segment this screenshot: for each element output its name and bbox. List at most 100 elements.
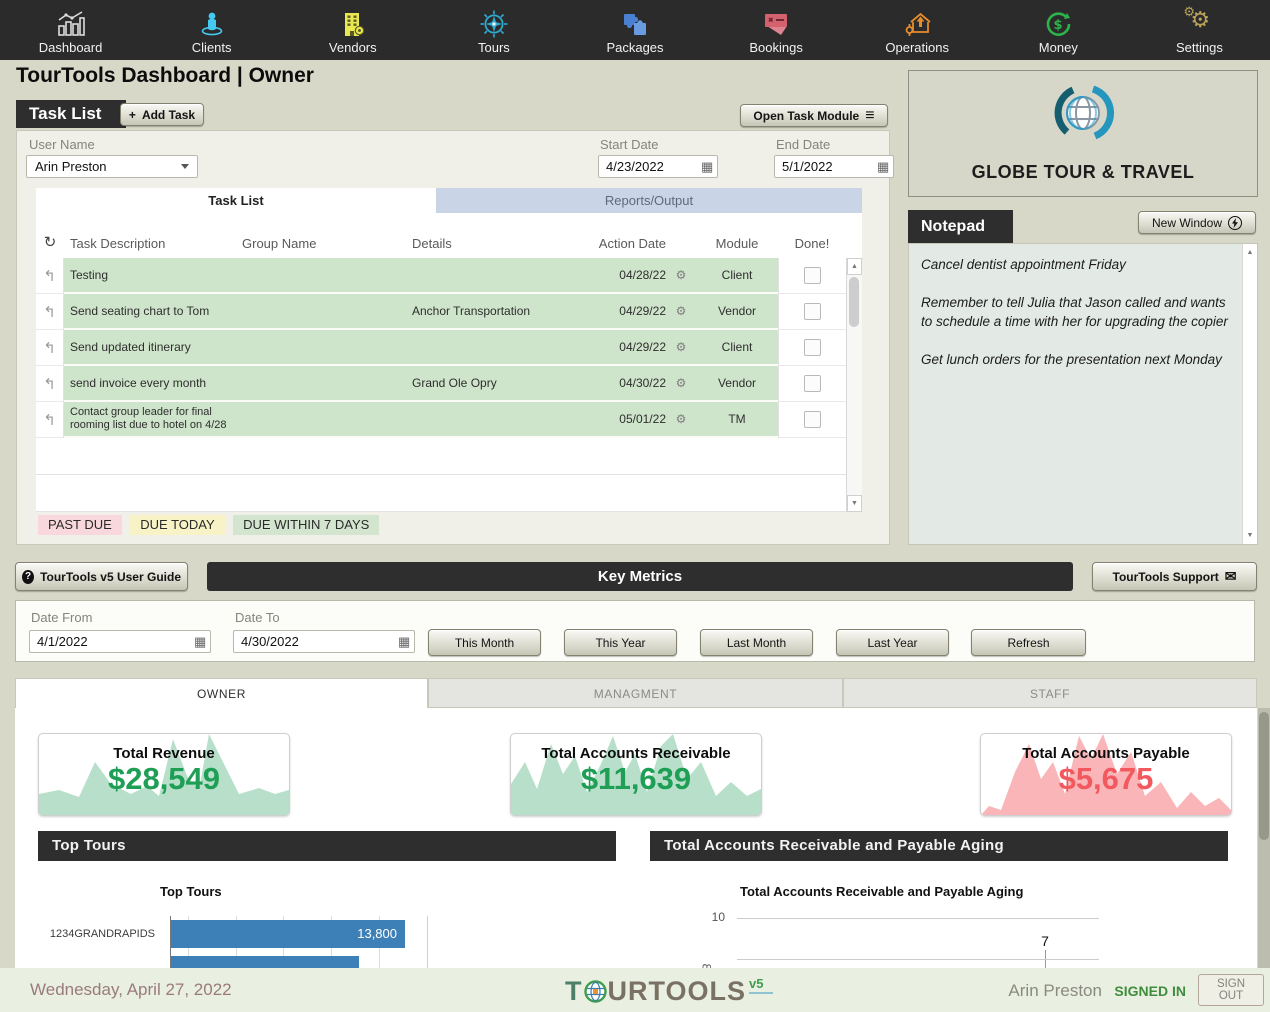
tab-reports-output[interactable]: Reports/Output [436, 188, 862, 213]
scrollbar-thumb[interactable] [1259, 712, 1269, 840]
done-checkbox[interactable] [804, 267, 821, 284]
calendar-icon[interactable]: ▦ [701, 160, 713, 173]
done-checkbox[interactable] [804, 411, 821, 428]
date-from-input[interactable] [29, 630, 211, 653]
card-value: $5,675 [981, 761, 1231, 797]
this-month-button[interactable]: This Month [428, 629, 541, 656]
total-payable-card: Total Accounts Payable $5,675 [980, 733, 1232, 816]
start-date-input[interactable] [598, 155, 718, 178]
done-checkbox[interactable] [804, 303, 821, 320]
gear-icon[interactable]: ⚙ [676, 304, 687, 318]
last-month-button[interactable]: Last Month [700, 629, 813, 656]
date-from-label: Date From [31, 610, 92, 625]
sign-out-button[interactable]: SIGN OUT [1198, 974, 1264, 1006]
table-row[interactable]: ↰ Contact group leader for final rooming… [36, 402, 862, 438]
open-task-module-button[interactable]: Open Task Module ≡ [740, 104, 888, 127]
page-title: TourTools Dashboard | Owner [16, 64, 314, 88]
nav-vendors[interactable]: Vendors [282, 0, 423, 60]
table-row[interactable]: ↰ Send updated itinerary 04/29/22 ⚙ Clie… [36, 330, 862, 366]
key-metrics-bar: Key Metrics [207, 562, 1073, 591]
tab-managment[interactable]: MANAGMENT [428, 678, 843, 708]
calendar-icon[interactable]: ▦ [194, 635, 206, 648]
table-row[interactable]: ↰ send invoice every month Grand Ole Opr… [36, 366, 862, 402]
aging-chart: Total Accounts Receivable and Payable Ag… [645, 872, 1210, 968]
note-line: Get lunch orders for the presentation ne… [921, 350, 1229, 370]
due-legend: PAST DUE DUE TODAY DUE WITHIN 7 DAYS [38, 515, 383, 535]
nav-tours[interactable]: Tours [423, 0, 564, 60]
scrollbar-thumb[interactable] [849, 277, 859, 327]
card-title: Total Revenue [39, 745, 289, 762]
nav-label: Settings [1176, 40, 1223, 55]
building-pin-icon [339, 7, 367, 40]
tab-staff[interactable]: STAFF [843, 678, 1257, 708]
nav-settings[interactable]: ⚙ ⚙ Settings [1129, 0, 1270, 60]
gear-icon[interactable]: ⚙ [676, 412, 687, 426]
tab-owner[interactable]: OWNER [15, 678, 428, 708]
card-title: Total Accounts Receivable [511, 745, 761, 762]
top-tours-header: Top Tours [38, 831, 616, 861]
person-icon [198, 7, 226, 40]
done-checkbox[interactable] [804, 339, 821, 356]
go-to-record-icon[interactable]: ↰ [43, 411, 56, 429]
plus-icon: + [129, 108, 136, 122]
go-to-record-icon[interactable]: ↰ [43, 339, 56, 357]
logo-suffix: URTOOLS [608, 976, 747, 1007]
col-group-name: Group Name [238, 213, 408, 258]
chevron-down-icon [181, 164, 189, 169]
go-to-record-icon[interactable]: ↰ [43, 375, 56, 393]
done-checkbox[interactable] [804, 375, 821, 392]
legend-past-due: PAST DUE [38, 515, 122, 535]
notepad-scrollbar[interactable]: ▲ ▼ [1242, 244, 1257, 544]
col-action-date: Action Date [594, 213, 666, 258]
task-table: ↻ Task Description Group Name Details Ac… [36, 213, 862, 512]
nav-money[interactable]: $ Money [988, 0, 1129, 60]
refresh-button[interactable]: Refresh [971, 629, 1086, 656]
date-to-input[interactable] [233, 630, 415, 653]
start-date-label: Start Date [600, 137, 659, 152]
total-receivable-card: Total Accounts Receivable $11,639 [510, 733, 762, 816]
dollar-circle-icon: $ [1044, 7, 1072, 40]
nav-label: Bookings [749, 40, 802, 55]
nav-dashboard[interactable]: Dashboard [0, 0, 141, 60]
gear-icon[interactable]: ⚙ [676, 268, 687, 282]
scroll-up-icon: ▲ [1243, 244, 1257, 261]
end-date-input[interactable] [774, 155, 894, 178]
nav-label: Money [1039, 40, 1078, 55]
this-year-button[interactable]: This Year [564, 629, 677, 656]
footer-date: Wednesday, April 27, 2022 [30, 980, 232, 1000]
nav-label: Dashboard [39, 40, 103, 55]
nav-bookings[interactable]: Bookings [706, 0, 847, 60]
nav-operations[interactable]: Operations [847, 0, 988, 60]
table-row[interactable]: ↰ Testing 04/28/22 ⚙ Client [36, 258, 862, 294]
tab-task-list[interactable]: Task List [36, 188, 436, 213]
calendar-icon[interactable]: ▦ [398, 635, 410, 648]
support-button[interactable]: TourTools Support ✉ [1092, 562, 1257, 591]
calendar-icon[interactable]: ▦ [877, 160, 889, 173]
user-guide-button[interactable]: ? TourTools v5 User Guide [15, 562, 188, 591]
logo-letter-t: T [565, 976, 583, 1007]
new-window-button[interactable]: New Window [1138, 211, 1256, 234]
bar-value-label: 13,800 [357, 926, 397, 941]
y-tick-label: 10 [695, 910, 725, 924]
go-to-record-icon[interactable]: ↰ [43, 303, 56, 321]
house-arrow-icon [903, 7, 931, 40]
gridline [737, 959, 1099, 960]
data-label: 7 [1030, 933, 1060, 949]
go-to-record-icon[interactable]: ↰ [43, 267, 56, 285]
table-row[interactable]: ↰ Send seating chart to Tom Anchor Trans… [36, 294, 862, 330]
refresh-icon[interactable]: ↻ [44, 233, 57, 251]
top-nav: Dashboard Clients Vendors Tours Packages… [0, 0, 1270, 60]
logo-version: v5 [749, 976, 773, 994]
task-table-scrollbar[interactable]: ▲ ▼ [846, 258, 862, 512]
add-task-button[interactable]: + Add Task [120, 103, 204, 126]
last-year-button[interactable]: Last Year [836, 629, 949, 656]
question-icon: ? [22, 570, 34, 584]
nav-clients[interactable]: Clients [141, 0, 282, 60]
page-scrollbar[interactable] [1258, 708, 1270, 968]
gear-icon[interactable]: ⚙ [676, 340, 687, 354]
legend-due-today: DUE TODAY [130, 515, 224, 535]
user-name-select[interactable]: Arin Preston [26, 155, 198, 178]
gear-icon[interactable]: ⚙ [676, 376, 687, 390]
notepad-body[interactable]: Cancel dentist appointment Friday Rememb… [908, 243, 1258, 545]
nav-packages[interactable]: Packages [564, 0, 705, 60]
